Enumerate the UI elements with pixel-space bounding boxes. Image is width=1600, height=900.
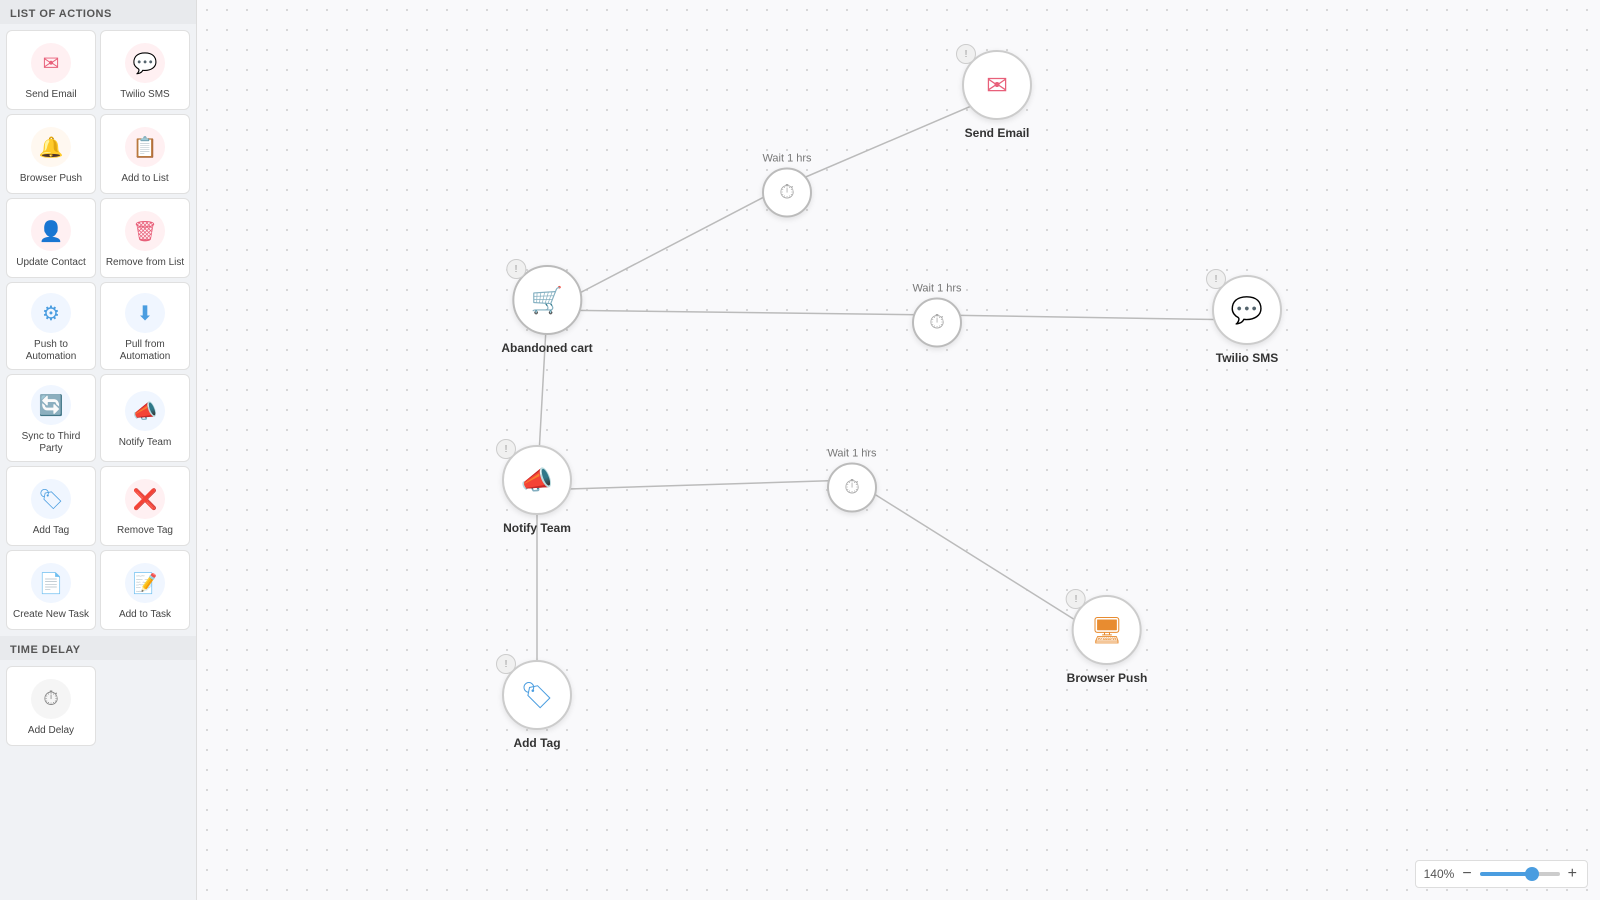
push-automation-icon: ⚙ xyxy=(31,293,71,333)
zoom-bar: 140% − + xyxy=(1415,860,1588,888)
sidebar-section-delay: TIME DELAY xyxy=(0,636,196,660)
flow-node-twilio-sms[interactable]: ! 💬 Twilio SMS xyxy=(1212,275,1282,365)
create-new-task-label: Create New Task xyxy=(13,609,89,621)
sidebar-item-create-new-task[interactable]: 📄 Create New Task xyxy=(6,550,96,630)
node-warning-notify-team: ! xyxy=(496,439,516,459)
sidebar-delay-grid: ⏱ Add Delay xyxy=(0,660,196,752)
sidebar-item-notify-team[interactable]: 📣 Notify Team xyxy=(100,374,190,462)
node-warning-send-email: ! xyxy=(956,44,976,64)
node-circle-add-tag: ! 🏷 xyxy=(502,660,572,730)
wait-circle-wait-3: ⏱ xyxy=(827,463,877,513)
pull-automation-label: Pull from Automation xyxy=(105,339,185,363)
sidebar-item-pull-automation[interactable]: ⬇ Pull from Automation xyxy=(100,282,190,370)
twilio-sms-icon: 💬 xyxy=(125,43,165,83)
sidebar-item-add-to-task[interactable]: 📝 Add to Task xyxy=(100,550,190,630)
add-delay-icon: ⏱ xyxy=(31,679,71,719)
send-email-label: Send Email xyxy=(25,89,76,101)
send-email-icon: ✉ xyxy=(31,43,71,83)
node-circle-abandoned-cart: ! 🛒 xyxy=(512,265,582,335)
node-icon-browser-push: 🖥 xyxy=(1090,615,1123,646)
flow-canvas: 140% − + ! 🛒 Abandoned cart Wait 1 hrs ⏱… xyxy=(197,0,1600,900)
node-circle-twilio-sms: ! 💬 xyxy=(1212,275,1282,345)
wait-label-wait-3: Wait 1 hrs xyxy=(827,448,876,460)
flow-node-wait-3[interactable]: Wait 1 hrs ⏱ xyxy=(827,448,877,513)
remove-from-list-label: Remove from List xyxy=(106,257,184,269)
wait-circle-wait-1: ⏱ xyxy=(762,168,812,218)
flow-connections xyxy=(197,0,1600,900)
flow-node-notify-team[interactable]: ! 📣 Notify Team xyxy=(502,445,572,535)
pull-automation-icon: ⬇ xyxy=(125,293,165,333)
sidebar-item-remove-from-list[interactable]: 🗑 Remove from List xyxy=(100,198,190,278)
update-contact-label: Update Contact xyxy=(16,257,86,269)
flow-node-browser-push[interactable]: ! 🖥 Browser Push xyxy=(1067,595,1148,685)
sidebar-item-twilio-sms[interactable]: 💬 Twilio SMS xyxy=(100,30,190,110)
browser-push-icon: 🔔 xyxy=(31,127,71,167)
twilio-sms-label: Twilio SMS xyxy=(120,89,169,101)
node-circle-send-email: ! ✉ xyxy=(962,50,1032,120)
sidebar-item-add-delay[interactable]: ⏱ Add Delay xyxy=(6,666,96,746)
sync-third-party-icon: 🔄 xyxy=(31,385,71,425)
node-warning-abandoned-cart: ! xyxy=(506,259,526,279)
notify-team-icon: 📣 xyxy=(125,391,165,431)
sidebar-item-browser-push[interactable]: 🔔 Browser Push xyxy=(6,114,96,194)
sidebar-item-update-contact[interactable]: 👤 Update Contact xyxy=(6,198,96,278)
sidebar-actions-grid: ✉ Send Email 💬 Twilio SMS 🔔 Browser Push… xyxy=(0,24,196,636)
node-icon-send-email: ✉ xyxy=(986,70,1008,101)
add-to-list-icon: 📋 xyxy=(125,127,165,167)
sidebar-section-actions: LIST OF ACTIONS xyxy=(0,0,196,24)
add-to-list-label: Add to List xyxy=(121,173,168,185)
push-automation-label: Push to Automation xyxy=(11,339,91,363)
zoom-level: 140% xyxy=(1424,867,1455,881)
node-icon-notify-team: 📣 xyxy=(521,465,553,496)
node-circle-browser-push: ! 🖥 xyxy=(1072,595,1142,665)
flow-node-wait-1[interactable]: Wait 1 hrs ⏱ xyxy=(762,153,812,218)
remove-from-list-icon: 🗑 xyxy=(125,211,165,251)
add-delay-label: Add Delay xyxy=(28,725,74,737)
wait-label-wait-1: Wait 1 hrs xyxy=(762,153,811,165)
wait-label-wait-2: Wait 1 hrs xyxy=(912,283,961,295)
sync-third-party-label: Sync to Third Party xyxy=(11,431,91,455)
sidebar-item-push-automation[interactable]: ⚙ Push to Automation xyxy=(6,282,96,370)
node-label-abandoned-cart: Abandoned cart xyxy=(501,341,592,355)
node-warning-add-tag: ! xyxy=(496,654,516,674)
node-label-browser-push: Browser Push xyxy=(1067,671,1148,685)
remove-tag-icon: ❌ xyxy=(125,479,165,519)
sidebar-item-add-tag[interactable]: 🏷 Add Tag xyxy=(6,466,96,546)
node-label-add-tag: Add Tag xyxy=(513,736,560,750)
update-contact-icon: 👤 xyxy=(31,211,71,251)
zoom-in-button[interactable]: + xyxy=(1566,865,1579,883)
sidebar-item-send-email[interactable]: ✉ Send Email xyxy=(6,30,96,110)
browser-push-label: Browser Push xyxy=(20,173,82,185)
notify-team-label: Notify Team xyxy=(119,437,172,449)
node-circle-notify-team: ! 📣 xyxy=(502,445,572,515)
wait-circle-wait-2: ⏱ xyxy=(912,298,962,348)
remove-tag-label: Remove Tag xyxy=(117,525,173,537)
add-tag-label: Add Tag xyxy=(33,525,70,537)
node-icon-add-tag: 🏷 xyxy=(520,680,553,711)
node-label-send-email: Send Email xyxy=(965,126,1030,140)
flow-node-wait-2[interactable]: Wait 1 hrs ⏱ xyxy=(912,283,962,348)
add-tag-icon: 🏷 xyxy=(31,479,71,519)
add-to-task-label: Add to Task xyxy=(119,609,171,621)
flow-node-abandoned-cart[interactable]: ! 🛒 Abandoned cart xyxy=(501,265,592,355)
node-icon-abandoned-cart: 🛒 xyxy=(531,285,563,316)
add-to-task-icon: 📝 xyxy=(125,563,165,603)
node-label-twilio-sms: Twilio SMS xyxy=(1216,351,1278,365)
create-new-task-icon: 📄 xyxy=(31,563,71,603)
zoom-out-button[interactable]: − xyxy=(1460,865,1473,883)
sidebar: LIST OF ACTIONS ✉ Send Email 💬 Twilio SM… xyxy=(0,0,197,900)
flow-node-add-tag[interactable]: ! 🏷 Add Tag xyxy=(502,660,572,750)
node-icon-twilio-sms: 💬 xyxy=(1231,295,1263,326)
flow-node-send-email[interactable]: ! ✉ Send Email xyxy=(962,50,1032,140)
sidebar-item-sync-third-party[interactable]: 🔄 Sync to Third Party xyxy=(6,374,96,462)
sidebar-item-add-to-list[interactable]: 📋 Add to List xyxy=(100,114,190,194)
zoom-slider[interactable] xyxy=(1480,872,1560,876)
node-warning-browser-push: ! xyxy=(1066,589,1086,609)
sidebar-item-remove-tag[interactable]: ❌ Remove Tag xyxy=(100,466,190,546)
node-warning-twilio-sms: ! xyxy=(1206,269,1226,289)
node-label-notify-team: Notify Team xyxy=(503,521,571,535)
